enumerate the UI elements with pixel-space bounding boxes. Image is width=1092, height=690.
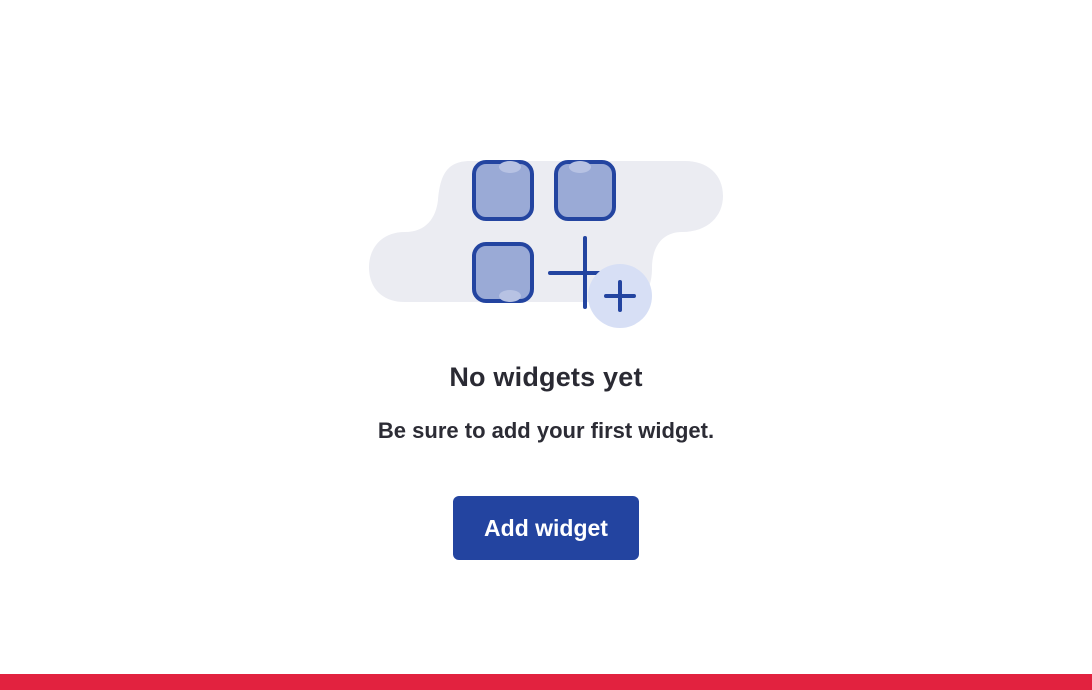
widget-tile-top-left: [472, 160, 534, 221]
widgets-grid-add-icon: [369, 160, 723, 328]
empty-state-subtitle: Be sure to add your first widget.: [377, 418, 715, 443]
widget-tile-top-right: [554, 160, 616, 221]
cloud-shape: [369, 161, 723, 302]
widget-tile-bottom-left: [472, 242, 534, 303]
add-badge-icon: [588, 264, 652, 328]
empty-state-title: No widgets yet: [449, 362, 643, 392]
empty-state-page: No widgets yet Be sure to add your first…: [0, 0, 1092, 690]
footer-accent-bar: [0, 674, 1092, 690]
add-widget-button[interactable]: Add widget: [453, 496, 639, 560]
